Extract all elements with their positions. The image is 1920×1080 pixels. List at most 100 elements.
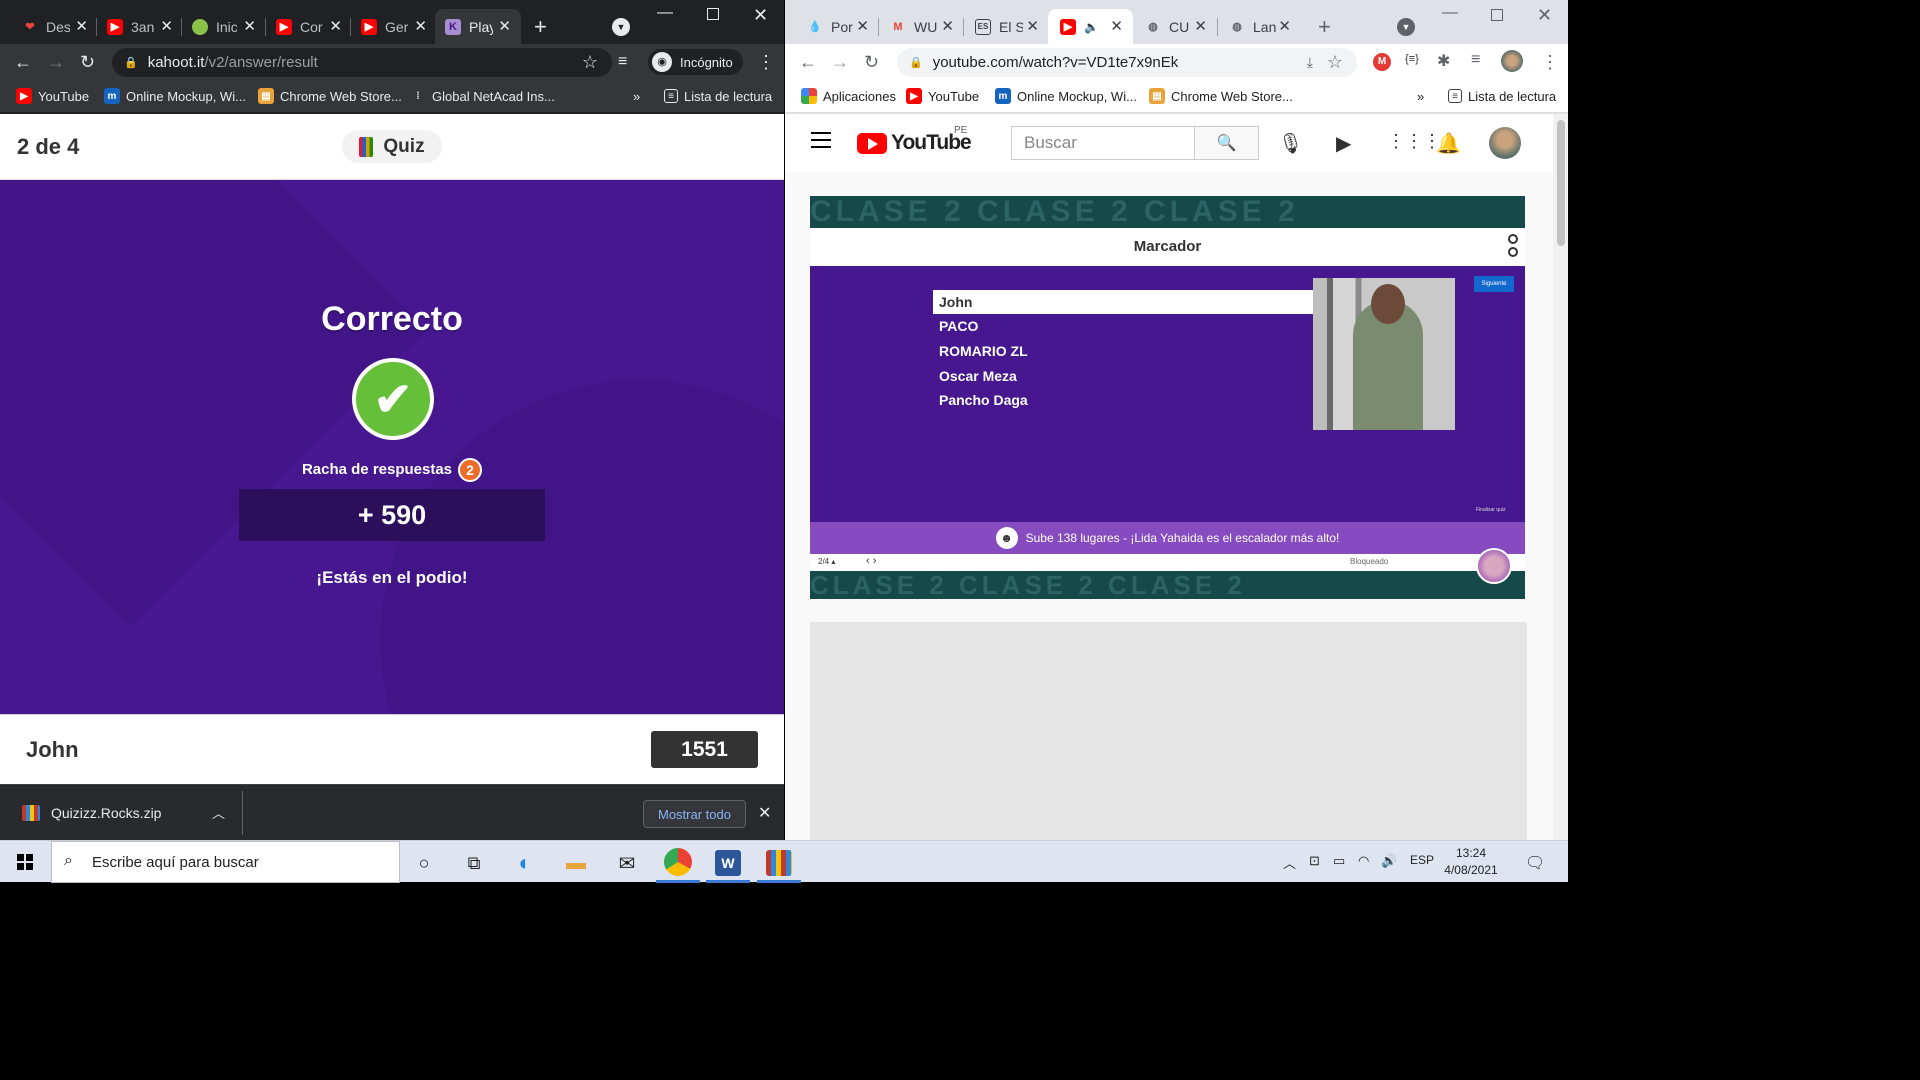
create-video-icon[interactable]: ▶ <box>1336 131 1351 156</box>
forward-icon[interactable]: → <box>831 52 849 72</box>
download-item[interactable]: Quizizz.Rocks.zip <box>22 805 161 821</box>
extension-brackets-icon[interactable]: {≡} <box>1405 53 1419 65</box>
task-view-icon[interactable]: ⧉ <box>461 850 487 876</box>
bookmarks-overflow[interactable]: » <box>1417 89 1424 104</box>
file-explorer-icon[interactable]: ▬ <box>563 850 589 876</box>
bookmark-chrome-store[interactable]: ▤ Chrome Web Store... <box>258 88 402 104</box>
tab-4[interactable]: ▶ Cor ✕ <box>276 9 342 44</box>
menu-dots-icon[interactable]: ⋮ <box>757 52 775 72</box>
extensions-puzzle-icon[interactable]: ✱ <box>1437 51 1450 71</box>
close-window-icon[interactable]: ✕ <box>1537 5 1552 26</box>
chevron-up-icon[interactable]: ︿ <box>212 803 225 822</box>
mail-icon[interactable]: ✉ <box>614 850 640 876</box>
profile-avatar[interactable] <box>1501 50 1523 72</box>
wifi-icon[interactable]: ◠ <box>1358 853 1369 869</box>
volume-icon[interactable]: 🔊 <box>1381 853 1397 869</box>
tab-search-icon[interactable]: ▼ <box>1397 18 1415 36</box>
microphone-icon[interactable]: 🎙 <box>1278 131 1303 156</box>
close-tab-icon[interactable]: ✕ <box>243 19 256 34</box>
video-player[interactable]: CLASE 2 CLASE 2 CLASE 2 Marcador John PA… <box>810 196 1525 599</box>
tab-5[interactable]: ◍ CU ✕ <box>1145 9 1207 44</box>
reading-mode-icon[interactable]: ≡ <box>1471 51 1480 69</box>
extension-m-icon[interactable]: M <box>1373 53 1391 71</box>
show-hidden-icons[interactable]: ︿ <box>1283 853 1296 872</box>
chrome-icon[interactable] <box>664 848 692 876</box>
install-icon[interactable]: ⤓ <box>1307 54 1313 71</box>
close-window-icon[interactable]: ✕ <box>753 5 768 26</box>
close-tab-icon[interactable]: ✕ <box>856 19 869 34</box>
tab-2-gmail[interactable]: M WU ✕ <box>890 9 954 44</box>
incognito-badge[interactable]: ◉ Incógnito <box>648 49 743 75</box>
bookmark-youtube[interactable]: ▶ YouTube <box>906 88 979 104</box>
show-all-button[interactable]: Mostrar todo <box>643 800 746 828</box>
reload-icon[interactable]: ↻ <box>80 52 95 72</box>
back-icon[interactable]: ← <box>799 52 817 72</box>
tab-youtube-active[interactable]: ▶ 🔈 ✕ <box>1048 9 1133 44</box>
maximize-icon[interactable] <box>1491 9 1503 21</box>
search-input[interactable]: Buscar <box>1011 126 1195 160</box>
close-tab-icon[interactable]: ✕ <box>498 19 511 34</box>
bookmark-youtube[interactable]: ▶ YouTube <box>16 88 89 104</box>
close-tab-icon[interactable]: ✕ <box>941 19 954 34</box>
bookmarks-overflow[interactable]: » <box>633 89 640 104</box>
reload-icon[interactable]: ↻ <box>864 52 879 72</box>
taskbar-search[interactable]: ⌕ Escribe aquí para buscar <box>51 841 400 883</box>
tab-kahoot-active[interactable]: K Play ✕ <box>435 9 521 44</box>
tab-2[interactable]: ▶ 3an ✕ <box>107 9 173 44</box>
close-tab-icon[interactable]: ✕ <box>160 19 173 34</box>
address-bar[interactable]: 🔒 youtube.com/watch?v=VD1te7x9nEk ⤓ ☆ <box>897 48 1357 77</box>
minimize-icon[interactable]: — <box>1442 4 1458 22</box>
new-tab-icon[interactable]: + <box>534 14 547 40</box>
word-icon[interactable]: W <box>715 850 741 876</box>
close-tab-icon[interactable]: ✕ <box>414 19 427 34</box>
tab-search-icon[interactable]: ▼ <box>612 18 630 36</box>
tab-1[interactable]: ❤ Des ✕ <box>22 9 88 44</box>
tab-6[interactable]: ◍ Lan ✕ <box>1229 9 1291 44</box>
cortana-icon[interactable]: ○ <box>411 850 437 876</box>
language-indicator[interactable]: ESP <box>1410 853 1434 867</box>
menu-dots-icon[interactable]: ⋮ <box>1541 52 1559 72</box>
maximize-icon[interactable] <box>707 8 719 20</box>
reading-mode-icon[interactable]: ≡ <box>618 52 627 72</box>
bookmark-online-mockup[interactable]: m Online Mockup, Wi... <box>995 88 1137 104</box>
audio-playing-icon[interactable]: 🔈 <box>1084 20 1099 34</box>
meet-now-icon[interactable]: ⊡ <box>1309 853 1320 869</box>
bookmark-netacad[interactable]: ⁞ Global NetAcad Ins... <box>410 88 555 104</box>
notifications-bell-icon[interactable]: 🔔 <box>1436 131 1461 156</box>
search-button[interactable]: 🔍 <box>1194 126 1259 160</box>
bookmark-chrome-store[interactable]: ▤ Chrome Web Store... <box>1149 88 1293 104</box>
account-avatar[interactable] <box>1489 127 1521 159</box>
tab-3[interactable]: Inic ✕ <box>192 9 256 44</box>
tab-3[interactable]: ES El S ✕ <box>975 9 1039 44</box>
tab-1[interactable]: 💧 Por ✕ <box>807 9 869 44</box>
bookmark-apps[interactable]: Aplicaciones <box>801 88 896 104</box>
close-tab-icon[interactable]: ✕ <box>329 19 342 34</box>
windows-start-icon[interactable] <box>17 854 33 870</box>
clock[interactable]: 13:24 4/08/2021 <box>1440 845 1502 879</box>
tab-5[interactable]: ▶ Ger ✕ <box>361 9 427 44</box>
bookmark-star-icon[interactable]: ☆ <box>582 52 598 73</box>
close-tab-icon[interactable]: ✕ <box>1026 19 1039 34</box>
bookmark-online-mockup[interactable]: m Online Mockup, Wi... <box>104 88 246 104</box>
reading-list-button[interactable]: ≡ Lista de lectura <box>1448 89 1556 104</box>
close-tab-icon[interactable]: ✕ <box>1110 19 1123 34</box>
close-tab-icon[interactable]: ✕ <box>1194 19 1207 34</box>
forward-icon[interactable]: → <box>47 52 65 72</box>
close-tab-icon[interactable]: ✕ <box>75 19 88 34</box>
minimize-icon[interactable]: — <box>657 4 673 22</box>
hamburger-menu-icon[interactable] <box>811 132 831 148</box>
notifications-icon[interactable]: 🗨 <box>1525 853 1545 873</box>
edge-icon[interactable]: ◐ <box>512 850 538 876</box>
youtube-logo[interactable]: YouTube PE <box>857 125 972 155</box>
close-tab-icon[interactable]: ✕ <box>1278 19 1291 34</box>
battery-icon[interactable]: ▭ <box>1333 853 1345 869</box>
close-download-bar-icon[interactable]: ✕ <box>758 803 771 823</box>
scrollbar[interactable] <box>1553 114 1568 840</box>
back-icon[interactable]: ← <box>14 52 32 72</box>
scrollbar-thumb[interactable] <box>1557 120 1565 246</box>
bookmark-star-icon[interactable]: ☆ <box>1327 52 1343 73</box>
new-tab-icon[interactable]: + <box>1318 14 1331 40</box>
apps-grid-icon[interactable]: ⋮⋮⋮ <box>1387 131 1441 152</box>
address-bar[interactable]: 🔒 kahoot.it/v2/answer/result ☆ <box>112 48 612 77</box>
winrar-icon[interactable] <box>766 850 792 876</box>
